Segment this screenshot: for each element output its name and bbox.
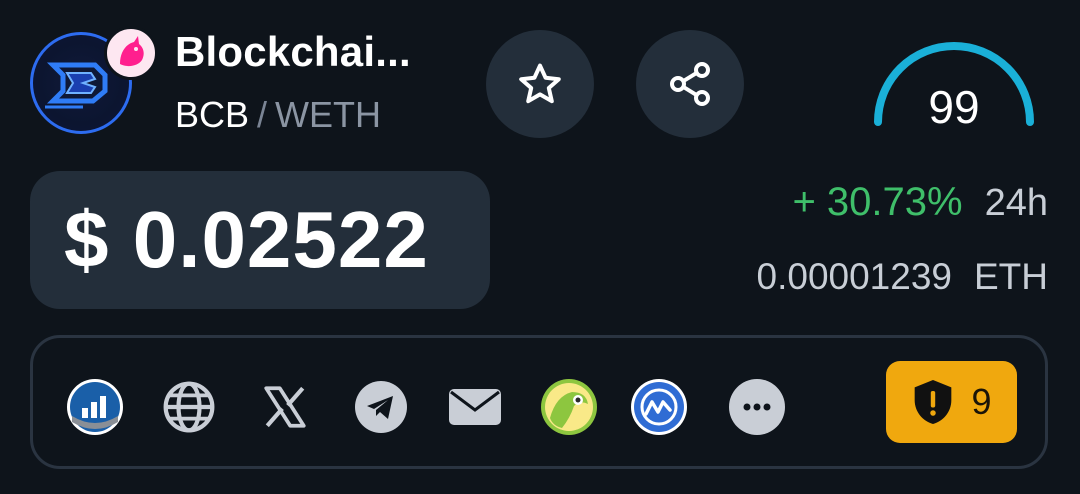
base-symbol: BCB <box>175 94 250 135</box>
score-value: 99 <box>928 81 980 133</box>
coinmarketcap-link[interactable] <box>630 378 688 436</box>
chart-site-icon <box>67 379 123 435</box>
mail-icon <box>449 389 501 425</box>
coinmarketcap-icon <box>631 379 687 435</box>
native-price-symbol: ETH <box>974 256 1048 297</box>
uniswap-unicorn-icon <box>120 36 144 67</box>
native-price-value: 0.00001239 <box>756 256 952 297</box>
star-icon <box>519 63 561 104</box>
x-twitter-link[interactable] <box>256 378 314 436</box>
telegram-link[interactable] <box>352 378 410 436</box>
quote-symbol: WETH <box>275 94 382 135</box>
telegram-icon <box>355 381 407 433</box>
more-links-button[interactable] <box>728 378 786 436</box>
coingecko-link[interactable] <box>540 378 598 436</box>
email-link[interactable] <box>446 378 504 436</box>
change-period: 24h <box>984 182 1048 224</box>
trading-pair: BCB / WETH <box>175 94 381 136</box>
dex-badge <box>104 26 158 80</box>
token-name: Blockchai... <box>175 28 411 75</box>
pair-separator: / <box>257 94 268 135</box>
favorite-button[interactable] <box>486 30 594 138</box>
coingecko-icon <box>541 379 597 435</box>
x-twitter-icon <box>264 386 306 428</box>
globe-icon <box>163 381 215 433</box>
price-box: $ 0.02522 <box>30 171 490 309</box>
native-price-row: 0.00001239 ETH <box>757 256 1048 298</box>
usd-price: $ 0.02522 <box>64 195 429 284</box>
share-button[interactable] <box>636 30 744 138</box>
audit-warning-badge[interactable]: 9 <box>886 361 1017 443</box>
price-change-row: + 30.73% 24h <box>792 180 1048 225</box>
chart-site-link[interactable] <box>66 378 124 436</box>
audit-count: 9 <box>971 381 992 422</box>
price-change: + 30.73% <box>792 180 963 224</box>
share-icon <box>670 62 710 106</box>
website-link[interactable] <box>160 378 218 436</box>
shield-alert-icon <box>915 380 952 424</box>
more-icon <box>729 379 785 435</box>
